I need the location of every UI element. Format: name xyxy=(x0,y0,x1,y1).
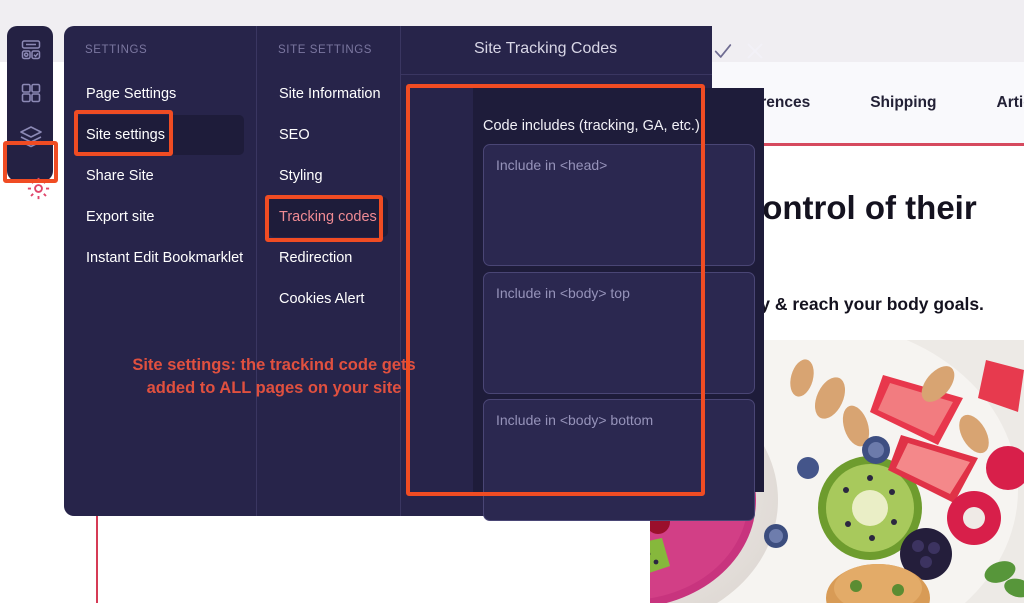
editor-settings-panel: SETTINGS Page Settings Site settings Sha… xyxy=(64,26,764,521)
settings-column: SETTINGS Page Settings Site settings Sha… xyxy=(64,26,256,516)
head-code-input[interactable] xyxy=(483,144,755,266)
site-tracking-codes-dialog: Site Tracking Codes Code includes (track… xyxy=(401,26,764,521)
nav-item-shipping[interactable]: Shipping xyxy=(870,94,936,112)
body-bottom-code-input[interactable] xyxy=(483,399,755,521)
sidebar-item-styling[interactable]: Styling xyxy=(269,156,388,196)
sidebar-item-cookies-alert[interactable]: Cookies Alert xyxy=(269,279,388,319)
hero-gutter xyxy=(374,507,650,603)
layers-icon[interactable] xyxy=(19,124,43,148)
code-includes-section: Code includes (tracking, GA, etc.) xyxy=(473,88,764,521)
editor-icon-rail xyxy=(7,26,53,199)
nav-item-articles[interactable]: Articles xyxy=(997,94,1024,112)
sidebar-item-tracking-codes[interactable]: Tracking codes xyxy=(269,197,388,237)
dialog-header-divider xyxy=(401,74,712,75)
sidebar-item-share-site[interactable]: Share Site xyxy=(76,156,244,196)
dialog-header: Site Tracking Codes xyxy=(401,26,712,74)
close-icon[interactable] xyxy=(744,40,766,62)
check-icon[interactable] xyxy=(712,40,734,62)
dialog-title: Site Tracking Codes xyxy=(474,40,618,57)
sidebar-item-site-information[interactable]: Site Information xyxy=(269,74,388,114)
site-settings-column: SITE SETTINGS Site Information SEO Styli… xyxy=(257,26,400,516)
grid-icon[interactable] xyxy=(19,81,43,105)
sidebar-item-redirection[interactable]: Redirection xyxy=(269,238,388,278)
annotation-note: Site settings: the trackind code gets ad… xyxy=(132,356,416,397)
site-settings-column-title: SITE SETTINGS xyxy=(278,44,373,56)
sidebar-item-instant-edit-bookmarklet[interactable]: Instant Edit Bookmarklet xyxy=(76,238,244,278)
site-settings-menu: Site Information SEO Styling Tracking co… xyxy=(257,74,400,320)
body-top-code-input[interactable] xyxy=(483,272,755,394)
forms-icon[interactable] xyxy=(19,38,43,62)
sidebar-item-export-site[interactable]: Export site xyxy=(76,197,244,237)
settings-column-title: SETTINGS xyxy=(85,44,148,56)
screenshot-root: s References Shipping Articles ke contro… xyxy=(0,0,1024,603)
settings-menu: Page Settings Site settings Share Site E… xyxy=(64,74,256,279)
sidebar-item-site-settings[interactable]: Site settings xyxy=(76,115,244,155)
sidebar-item-page-settings[interactable]: Page Settings xyxy=(76,74,244,114)
sidebar-item-seo[interactable]: SEO xyxy=(269,115,388,155)
code-includes-label: Code includes (tracking, GA, etc.) xyxy=(483,118,700,134)
gear-icon[interactable] xyxy=(17,171,59,205)
